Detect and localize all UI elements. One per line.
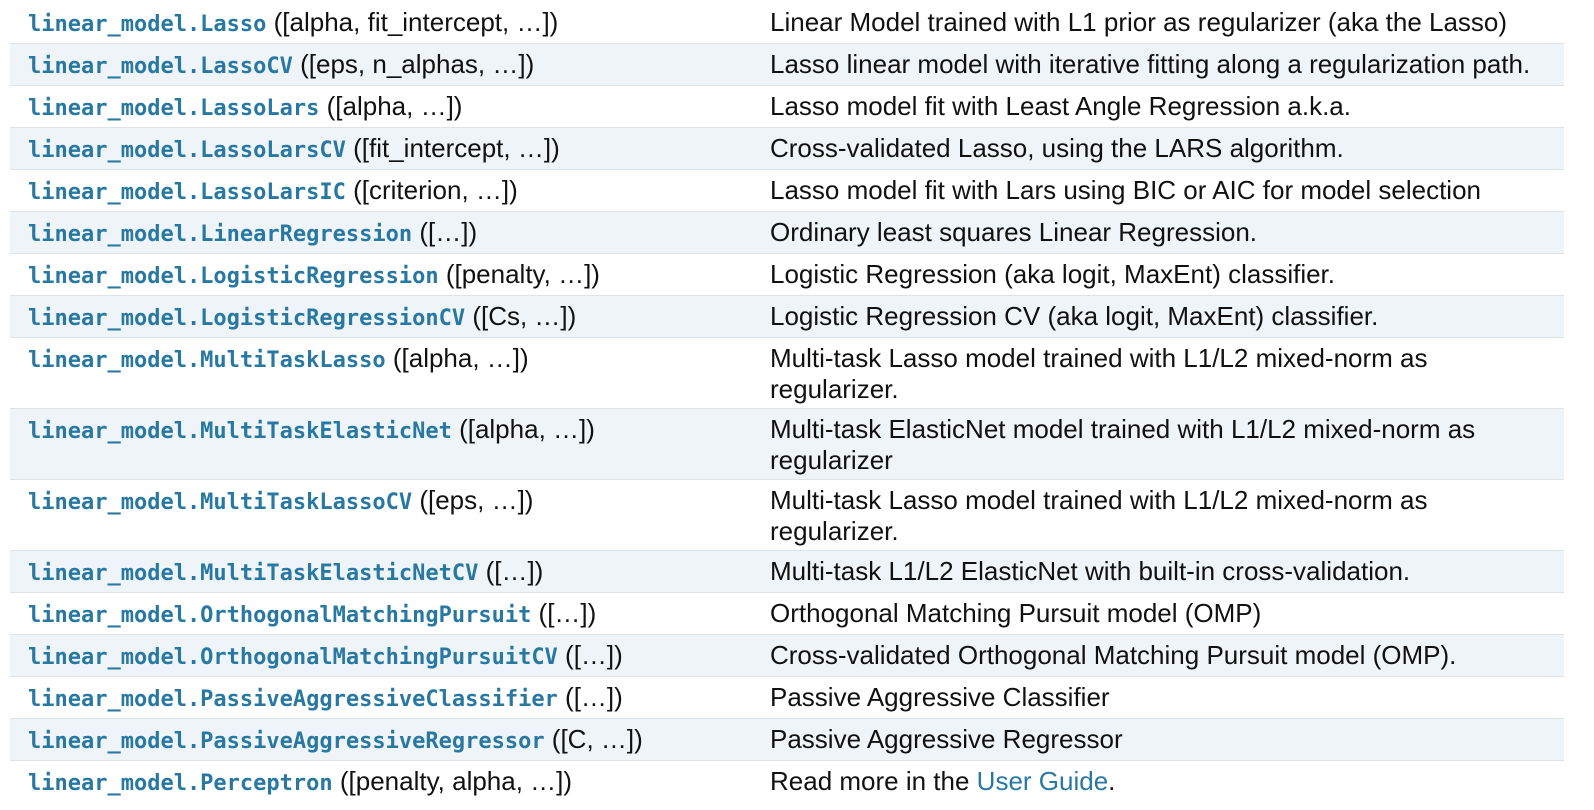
function-description: Cross-validated Lasso, using the LARS al… <box>770 133 1344 163</box>
function-link[interactable]: linear_model.LogisticRegressionCV <box>28 306 465 331</box>
function-link[interactable]: linear_model.OrthogonalMatchingPursuit <box>28 603 531 628</box>
function-description: Multi-task Lasso model trained with L1/L… <box>770 343 1428 404</box>
table-row: linear_model.LassoLars ([alpha, …]) Lass… <box>10 85 1564 128</box>
function-cell: linear_model.Lasso ([alpha, fit_intercep… <box>10 2 752 44</box>
function-description: Lasso linear model with iterative fittin… <box>770 49 1531 79</box>
function-description: Linear Model trained with L1 prior as re… <box>770 7 1508 37</box>
table-row: linear_model.MultiTaskElasticNet ([alpha… <box>10 408 1564 480</box>
function-signature: ([alpha, …]) <box>319 91 463 121</box>
function-cell: linear_model.OrthogonalMatchingPursuit (… <box>10 593 752 635</box>
function-signature: ([…]) <box>557 682 623 712</box>
description-prefix: Read more in the <box>770 766 977 796</box>
function-cell: linear_model.MultiTaskElasticNet ([alpha… <box>10 409 752 480</box>
function-signature: ([alpha, …]) <box>385 343 529 373</box>
table-row: linear_model.MultiTaskElasticNetCV ([…])… <box>10 550 1564 593</box>
function-link[interactable]: linear_model.PassiveAggressiveRegressor <box>28 729 545 754</box>
table-row: linear_model.PassiveAggressiveRegressor … <box>10 718 1564 761</box>
function-signature: ([…]) <box>478 556 544 586</box>
function-link[interactable]: linear_model.MultiTaskLasso <box>28 348 386 373</box>
function-signature: ([…]) <box>412 217 478 247</box>
function-link[interactable]: linear_model.LassoLarsIC <box>28 180 346 205</box>
function-link[interactable]: linear_model.LinearRegression <box>28 222 412 247</box>
function-cell: linear_model.LogisticRegression ([penalt… <box>10 254 752 296</box>
function-cell: linear_model.MultiTaskElasticNetCV ([…]) <box>10 551 752 593</box>
function-link[interactable]: linear_model.MultiTaskElasticNetCV <box>28 561 478 586</box>
table-row: linear_model.LassoLarsIC ([criterion, …]… <box>10 169 1564 212</box>
function-cell: linear_model.OrthogonalMatchingPursuitCV… <box>10 635 752 677</box>
function-link[interactable]: linear_model.LassoLarsCV <box>28 138 346 163</box>
function-signature: ([alpha, …]) <box>451 414 595 444</box>
function-description: Ordinary least squares Linear Regression… <box>770 217 1258 247</box>
function-description: Cross-validated Orthogonal Matching Purs… <box>770 640 1457 670</box>
function-description: Passive Aggressive Classifier <box>770 682 1110 712</box>
function-description: Read more in the User Guide. <box>752 761 1564 803</box>
function-link[interactable]: linear_model.LassoCV <box>28 54 293 79</box>
table-row: linear_model.LassoLarsCV ([fit_intercept… <box>10 127 1564 170</box>
function-cell: linear_model.MultiTaskLasso ([alpha, …]) <box>10 338 752 409</box>
function-link[interactable]: linear_model.MultiTaskLassoCV <box>28 490 412 515</box>
function-cell: linear_model.MultiTaskLassoCV ([eps, …]) <box>10 480 752 551</box>
function-cell: linear_model.Perceptron ([penalty, alpha… <box>10 761 752 803</box>
function-description: Passive Aggressive Regressor <box>770 724 1123 754</box>
function-signature: ([penalty, …]) <box>438 259 600 289</box>
table-row: linear_model.MultiTaskLassoCV ([eps, …])… <box>10 479 1564 551</box>
function-description: Logistic Regression (aka logit, MaxEnt) … <box>770 259 1336 289</box>
function-cell: linear_model.PassiveAggressiveClassifier… <box>10 677 752 719</box>
description-suffix: . <box>1108 766 1116 796</box>
function-description: Lasso model fit with Least Angle Regress… <box>770 91 1351 121</box>
function-signature: ([penalty, alpha, …]) <box>332 766 573 796</box>
function-signature: ([alpha, fit_intercept, …]) <box>266 7 559 37</box>
function-description: Lasso model fit with Lars using BIC or A… <box>770 175 1481 205</box>
function-cell: linear_model.LinearRegression ([…]) <box>10 212 752 254</box>
table-row: linear_model.PassiveAggressiveClassifier… <box>10 676 1564 719</box>
function-description: Orthogonal Matching Pursuit model (OMP) <box>770 598 1262 628</box>
function-description: Multi-task ElasticNet model trained with… <box>770 414 1476 475</box>
function-signature: ([criterion, …]) <box>345 175 518 205</box>
table-row: linear_model.Perceptron ([penalty, alpha… <box>10 760 1564 803</box>
function-signature: ([…]) <box>557 640 623 670</box>
function-cell: linear_model.LassoLars ([alpha, …]) <box>10 86 752 128</box>
user-guide-link[interactable]: User Guide <box>977 766 1109 796</box>
table-row: linear_model.MultiTaskLasso ([alpha, …])… <box>10 337 1564 409</box>
table-row: linear_model.OrthogonalMatchingPursuit (… <box>10 592 1564 635</box>
table-row: linear_model.LogisticRegression ([penalt… <box>10 253 1564 296</box>
function-description: Multi-task L1/L2 ElasticNet with built-i… <box>770 556 1411 586</box>
function-link[interactable]: linear_model.MultiTaskElasticNet <box>28 419 452 444</box>
table-row: linear_model.LassoCV ([eps, n_alphas, …]… <box>10 43 1564 86</box>
function-signature: ([eps, n_alphas, …]) <box>292 49 535 79</box>
function-cell: linear_model.LassoLarsIC ([criterion, …]… <box>10 170 752 212</box>
function-cell: linear_model.LassoCV ([eps, n_alphas, …]… <box>10 44 752 86</box>
function-signature: ([C, …]) <box>544 724 643 754</box>
function-link[interactable]: linear_model.OrthogonalMatchingPursuitCV <box>28 645 558 670</box>
function-description: Multi-task Lasso model trained with L1/L… <box>770 485 1428 546</box>
function-signature: ([fit_intercept, …]) <box>345 133 560 163</box>
function-link[interactable]: linear_model.Perceptron <box>28 771 333 796</box>
table-row: linear_model.LogisticRegressionCV ([Cs, … <box>10 295 1564 338</box>
function-signature: ([Cs, …]) <box>465 301 577 331</box>
table-row: linear_model.LinearRegression ([…]) Ordi… <box>10 211 1564 254</box>
function-cell: linear_model.LassoLarsCV ([fit_intercept… <box>10 128 752 170</box>
function-link[interactable]: linear_model.LogisticRegression <box>28 264 439 289</box>
function-link[interactable]: linear_model.Lasso <box>28 12 266 37</box>
table-row: linear_model.Lasso ([alpha, fit_intercep… <box>10 2 1564 44</box>
function-description: Logistic Regression CV (aka logit, MaxEn… <box>770 301 1379 331</box>
function-link[interactable]: linear_model.PassiveAggressiveClassifier <box>28 687 558 712</box>
function-link[interactable]: linear_model.LassoLars <box>28 96 319 121</box>
function-signature: ([eps, …]) <box>412 485 534 515</box>
function-signature: ([…]) <box>531 598 597 628</box>
api-reference-table: linear_model.Lasso ([alpha, fit_intercep… <box>10 2 1564 802</box>
function-cell: linear_model.PassiveAggressiveRegressor … <box>10 719 752 761</box>
function-cell: linear_model.LogisticRegressionCV ([Cs, … <box>10 296 752 338</box>
table-row: linear_model.OrthogonalMatchingPursuitCV… <box>10 634 1564 677</box>
